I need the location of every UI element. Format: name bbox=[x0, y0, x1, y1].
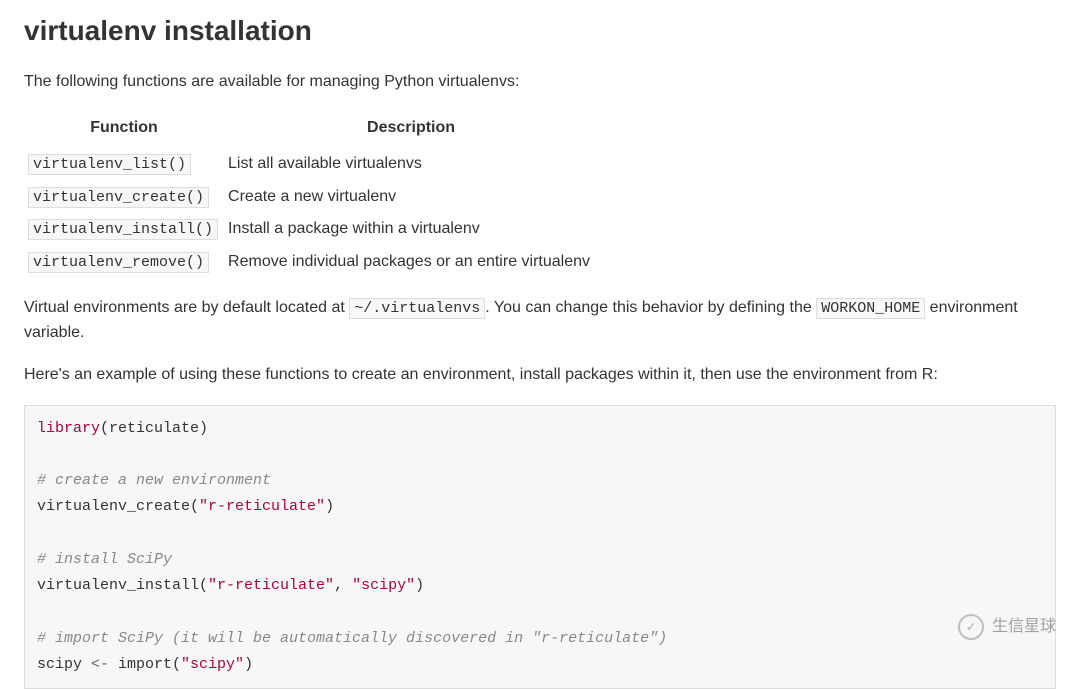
example-intro-paragraph: Here's an example of using these functio… bbox=[24, 363, 1056, 387]
function-desc: Install a package within a virtualenv bbox=[224, 213, 598, 246]
code-comment: # create a new environment bbox=[37, 472, 271, 489]
function-code: virtualenv_install() bbox=[28, 219, 218, 240]
intro-paragraph: The following functions are available fo… bbox=[24, 70, 1056, 94]
code-example: library(reticulate) # create a new envir… bbox=[24, 405, 1056, 689]
code-string: "r-reticulate" bbox=[208, 577, 334, 594]
envvar-code: WORKON_HOME bbox=[816, 298, 925, 319]
table-row: virtualenv_list() List all available vir… bbox=[24, 148, 598, 181]
code-text: scipy bbox=[37, 656, 91, 673]
function-desc: List all available virtualenvs bbox=[224, 148, 598, 181]
code-operator: <- bbox=[91, 656, 109, 673]
table-row: virtualenv_remove() Remove individual pa… bbox=[24, 246, 598, 279]
col-header-description: Description bbox=[224, 112, 598, 148]
table-header-row: Function Description bbox=[24, 112, 598, 148]
function-code: virtualenv_create() bbox=[28, 187, 209, 208]
code-comment: # install SciPy bbox=[37, 551, 172, 568]
code-text: , bbox=[334, 577, 352, 594]
code-string: "scipy" bbox=[181, 656, 244, 673]
code-keyword: library bbox=[37, 420, 100, 437]
code-comment: # import SciPy (it will be automatically… bbox=[37, 630, 667, 647]
env-location-paragraph: Virtual environments are by default loca… bbox=[24, 296, 1056, 345]
page-title: virtualenv installation bbox=[24, 10, 1056, 52]
text-span: Virtual environments are by default loca… bbox=[24, 299, 349, 316]
function-desc: Create a new virtualenv bbox=[224, 181, 598, 214]
function-desc: Remove individual packages or an entire … bbox=[224, 246, 598, 279]
code-fn: virtualenv_install( bbox=[37, 577, 208, 594]
col-header-function: Function bbox=[24, 112, 224, 148]
functions-table: Function Description virtualenv_list() L… bbox=[24, 112, 598, 278]
function-code: virtualenv_list() bbox=[28, 154, 191, 175]
table-row: virtualenv_create() Create a new virtual… bbox=[24, 181, 598, 214]
code-text: (reticulate) bbox=[100, 420, 208, 437]
code-string: "r-reticulate" bbox=[199, 498, 325, 515]
code-fn: virtualenv_create( bbox=[37, 498, 199, 515]
path-code: ~/.virtualenvs bbox=[349, 298, 485, 319]
code-text: ) bbox=[415, 577, 424, 594]
code-text: ) bbox=[244, 656, 253, 673]
code-text: ) bbox=[325, 498, 334, 515]
code-string: "scipy" bbox=[352, 577, 415, 594]
text-span: . You can change this behavior by defini… bbox=[485, 299, 816, 316]
table-row: virtualenv_install() Install a package w… bbox=[24, 213, 598, 246]
code-fn: import( bbox=[109, 656, 181, 673]
function-code: virtualenv_remove() bbox=[28, 252, 209, 273]
